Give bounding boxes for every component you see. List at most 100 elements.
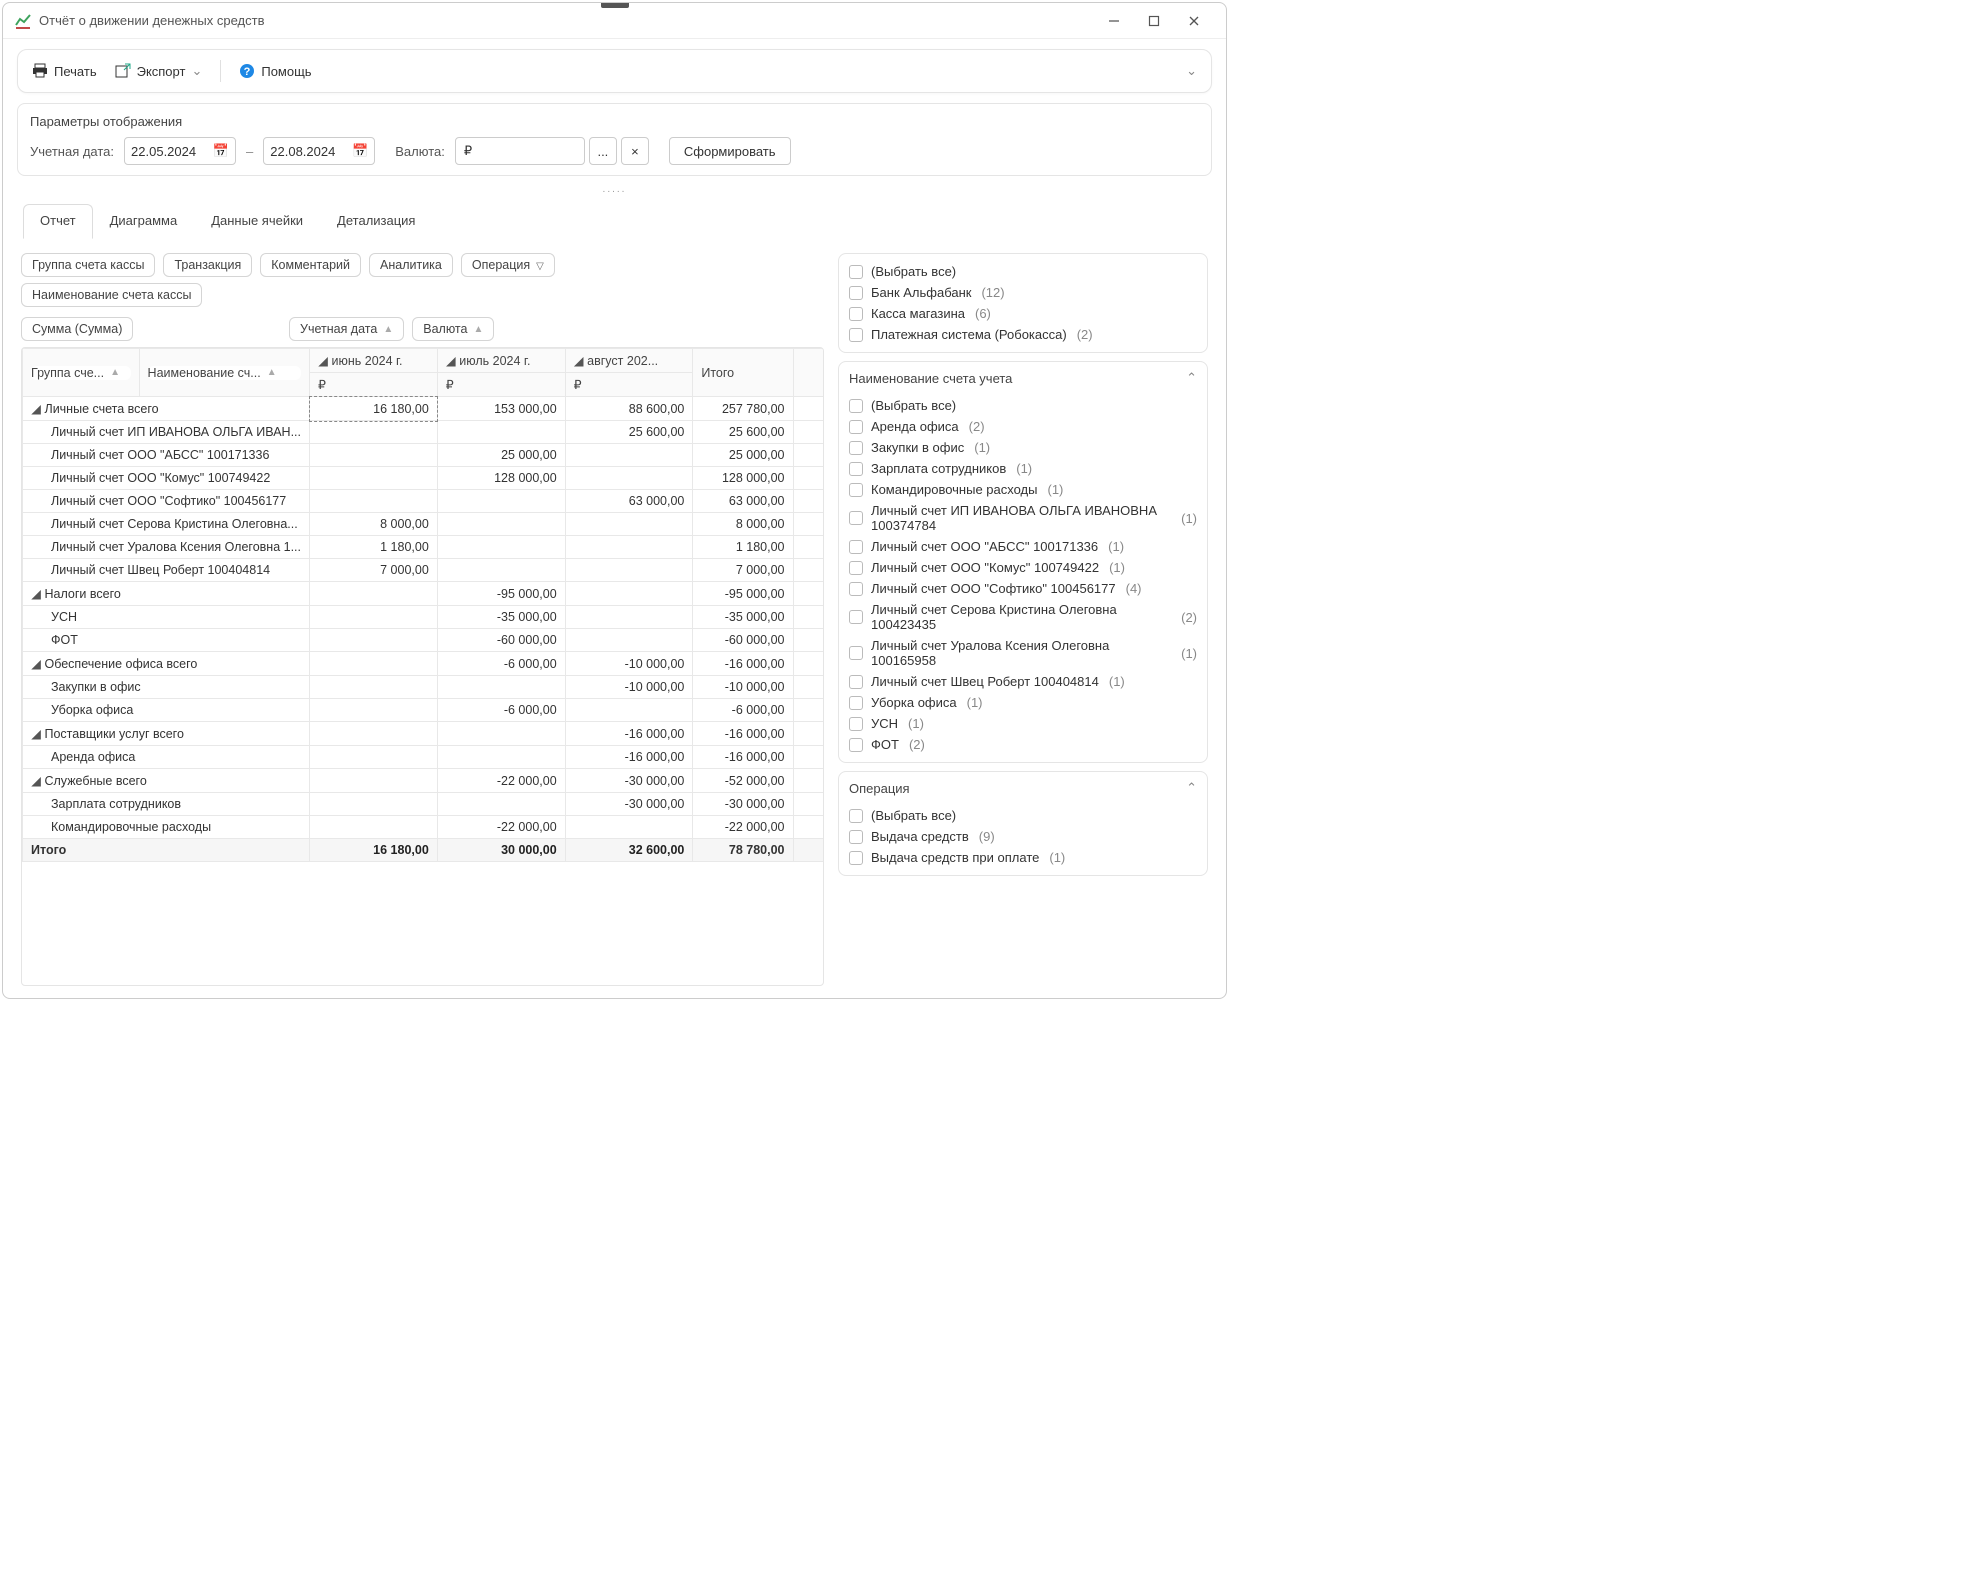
- pill-transaction[interactable]: Транзакция: [163, 253, 252, 277]
- table-row[interactable]: Командировочные расходы-22 000,00-22 000…: [23, 816, 824, 839]
- date-to-input[interactable]: 22.08.2024 📅: [263, 137, 375, 165]
- col-group[interactable]: Группа сче...▲: [31, 366, 131, 380]
- checkbox[interactable]: [849, 307, 863, 321]
- checkbox[interactable]: [849, 540, 863, 554]
- checkbox[interactable]: [849, 738, 863, 752]
- table-row[interactable]: Личный счет Серова Кристина Олеговна...8…: [23, 513, 824, 536]
- calendar-icon[interactable]: 📅: [352, 143, 368, 159]
- col-month-2[interactable]: ◢ июль 2024 г.: [437, 349, 565, 373]
- currency-browse-button[interactable]: ...: [589, 137, 617, 165]
- pill-acct-date[interactable]: Учетная дата▲: [289, 317, 404, 341]
- filter-checkbox-row[interactable]: Зарплата сотрудников(1): [849, 459, 1197, 478]
- filter-checkbox-row[interactable]: (Выбрать все): [849, 806, 1197, 825]
- collapse-icon[interactable]: ⌃: [1186, 370, 1197, 386]
- filter-checkbox-row[interactable]: Личный счет ООО "Комус" 100749422(1): [849, 558, 1197, 577]
- tab-report[interactable]: Отчет: [23, 204, 93, 239]
- filter-checkbox-row[interactable]: Личный счет ИП ИВАНОВА ОЛЬГА ИВАНОВНА 10…: [849, 501, 1197, 535]
- tab-details[interactable]: Детализация: [320, 204, 432, 239]
- checkbox[interactable]: [849, 441, 863, 455]
- checkbox[interactable]: [849, 851, 863, 865]
- table-row[interactable]: ◢ Поставщики услуг всего-16 000,00-16 00…: [23, 722, 824, 746]
- pill-group-account[interactable]: Группа счета кассы: [21, 253, 155, 277]
- filter-checkbox-row[interactable]: Личный счет Швец Роберт 100404814(1): [849, 672, 1197, 691]
- pill-sum[interactable]: Сумма (Сумма): [21, 317, 133, 341]
- checkbox[interactable]: [849, 696, 863, 710]
- tab-chart[interactable]: Диаграмма: [93, 204, 195, 239]
- pill-account-name[interactable]: Наименование счета кассы: [21, 283, 202, 307]
- filter-checkbox-row[interactable]: Личный счет ООО "АБСС" 100171336(1): [849, 537, 1197, 556]
- table-row[interactable]: Зарплата сотрудников-30 000,00-30 000,00: [23, 793, 824, 816]
- checkbox[interactable]: [849, 610, 863, 624]
- table-row[interactable]: Аренда офиса-16 000,00-16 000,00: [23, 746, 824, 769]
- table-row[interactable]: Личный счет ООО "Комус" 100749422128 000…: [23, 467, 824, 490]
- tab-cell-data[interactable]: Данные ячейки: [194, 204, 320, 239]
- filter-checkbox-row[interactable]: ФОТ(2): [849, 735, 1197, 754]
- filter-checkbox-row[interactable]: (Выбрать все): [849, 396, 1197, 415]
- filter-checkbox-row[interactable]: Закупки в офис(1): [849, 438, 1197, 457]
- filter-checkbox-row[interactable]: Выдача средств при оплате(1): [849, 848, 1197, 867]
- minimize-button[interactable]: [1094, 6, 1134, 36]
- checkbox[interactable]: [849, 399, 863, 413]
- checkbox[interactable]: [849, 675, 863, 689]
- pill-operation[interactable]: Операция: [461, 253, 555, 277]
- calendar-icon[interactable]: 📅: [213, 143, 229, 159]
- date-from-input[interactable]: 22.05.2024 📅: [124, 137, 236, 165]
- table-row[interactable]: ФОТ-60 000,00-60 000,00: [23, 629, 824, 652]
- filter-checkbox-row[interactable]: Банк Альфабанк(12): [849, 283, 1197, 302]
- maximize-button[interactable]: [1134, 6, 1174, 36]
- table-row[interactable]: Личный счет ООО "Софтико" 10045617763 00…: [23, 490, 824, 513]
- collapse-caret-icon[interactable]: ◢: [31, 656, 41, 671]
- pill-currency[interactable]: Валюта▲: [412, 317, 494, 341]
- filter-checkbox-row[interactable]: Касса магазина(6): [849, 304, 1197, 323]
- filter-checkbox-row[interactable]: Платежная система (Робокасса)(2): [849, 325, 1197, 344]
- table-row[interactable]: Личный счет ИП ИВАНОВА ОЛЬГА ИВАН...25 6…: [23, 421, 824, 444]
- table-row[interactable]: ◢ Личные счета всего16 180,00153 000,008…: [23, 397, 824, 421]
- close-button[interactable]: [1174, 6, 1214, 36]
- filter-checkbox-row[interactable]: Аренда офиса(2): [849, 417, 1197, 436]
- filter-checkbox-row[interactable]: Командировочные расходы(1): [849, 480, 1197, 499]
- table-row[interactable]: УСН-35 000,00-35 000,00: [23, 606, 824, 629]
- currency-clear-button[interactable]: ×: [621, 137, 649, 165]
- table-row[interactable]: ◢ Налоги всего-95 000,00-95 000,00: [23, 582, 824, 606]
- splitter-handle[interactable]: .....: [17, 186, 1212, 194]
- currency-input[interactable]: ₽: [455, 137, 585, 165]
- collapse-caret-icon[interactable]: ◢: [31, 401, 41, 416]
- table-row[interactable]: ◢ Обеспечение офиса всего-6 000,00-10 00…: [23, 652, 824, 676]
- table-row[interactable]: Личный счет ООО "АБСС" 10017133625 000,0…: [23, 444, 824, 467]
- filter-checkbox-row[interactable]: Личный счет Серова Кристина Олеговна 100…: [849, 600, 1197, 634]
- checkbox[interactable]: [849, 511, 863, 525]
- filter-checkbox-row[interactable]: Выдача средств(9): [849, 827, 1197, 846]
- checkbox[interactable]: [849, 328, 863, 342]
- col-name[interactable]: Наименование сч...▲: [148, 366, 301, 380]
- filter-checkbox-row[interactable]: Уборка офиса(1): [849, 693, 1197, 712]
- checkbox[interactable]: [849, 830, 863, 844]
- collapse-caret-icon[interactable]: ◢: [31, 726, 41, 741]
- checkbox[interactable]: [849, 717, 863, 731]
- checkbox[interactable]: [849, 483, 863, 497]
- col-total[interactable]: Итого: [693, 349, 793, 397]
- collapse-caret-icon[interactable]: ◢: [31, 773, 41, 788]
- export-button[interactable]: Экспорт ⌄: [115, 63, 203, 79]
- checkbox[interactable]: [849, 462, 863, 476]
- checkbox[interactable]: [849, 420, 863, 434]
- table-row[interactable]: Закупки в офис-10 000,00-10 000,00: [23, 676, 824, 699]
- col-month-3[interactable]: ◢ август 202...: [565, 349, 693, 373]
- table-row[interactable]: Личный счет Швец Роберт 1004048147 000,0…: [23, 559, 824, 582]
- collapse-icon[interactable]: ⌃: [1186, 780, 1197, 796]
- checkbox[interactable]: [849, 265, 863, 279]
- pill-analytics[interactable]: Аналитика: [369, 253, 453, 277]
- collapse-caret-icon[interactable]: ◢: [31, 586, 41, 601]
- table-row[interactable]: Уборка офиса-6 000,00-6 000,00: [23, 699, 824, 722]
- help-button[interactable]: ? Помощь: [239, 63, 311, 79]
- filter-checkbox-row[interactable]: Личный счет ООО "Софтико" 100456177(4): [849, 579, 1197, 598]
- table-row[interactable]: Личный счет Уралова Ксения Олеговна 1...…: [23, 536, 824, 559]
- toolbar-collapse-chevron[interactable]: ⌄: [1186, 63, 1197, 79]
- checkbox[interactable]: [849, 561, 863, 575]
- filter-checkbox-row[interactable]: Личный счет Уралова Ксения Олеговна 1001…: [849, 636, 1197, 670]
- checkbox[interactable]: [849, 809, 863, 823]
- filter-checkbox-row[interactable]: УСН(1): [849, 714, 1197, 733]
- window-drag-handle[interactable]: [601, 2, 629, 8]
- pill-comment[interactable]: Комментарий: [260, 253, 361, 277]
- print-button[interactable]: Печать: [32, 63, 97, 79]
- filter-checkbox-row[interactable]: (Выбрать все): [849, 262, 1197, 281]
